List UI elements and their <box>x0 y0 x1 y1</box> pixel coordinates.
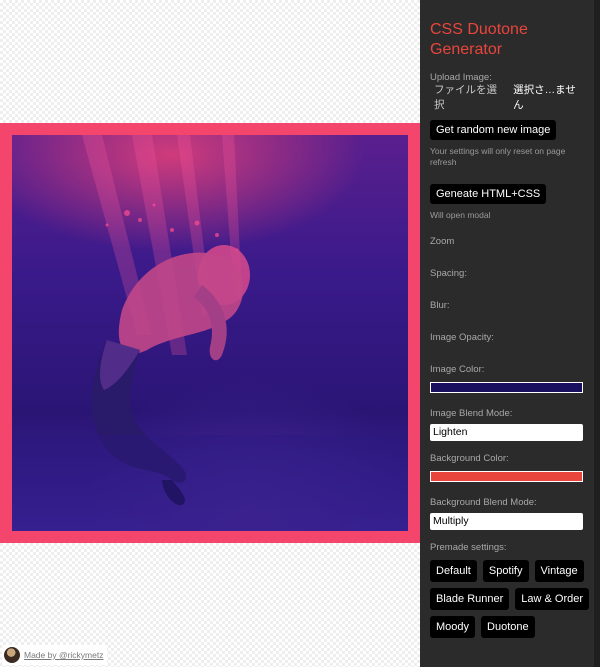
image-blend-mode-select[interactable]: Lighten <box>430 424 583 441</box>
modal-note: Will open modal <box>430 210 491 220</box>
image-color-picker[interactable] <box>430 382 583 393</box>
generate-html-css-button[interactable]: Geneate HTML+CSS <box>430 184 547 204</box>
preset-buttons: Default Spotify Vintage Blade Runner Law… <box>430 560 590 638</box>
avatar <box>4 647 20 663</box>
preset-spotify-button[interactable]: Spotify <box>482 560 529 582</box>
image-opacity-label: Image Opacity: <box>430 332 494 343</box>
premade-settings-label: Premade settings: <box>430 542 507 553</box>
image-color-label: Image Color: <box>430 364 485 375</box>
underwater-figure-illustration <box>12 135 408 531</box>
image-blend-mode-label: Image Blend Mode: <box>430 408 513 419</box>
blur-label: Blur: <box>430 300 450 311</box>
choose-file-button[interactable]: ファイルを選択 <box>434 82 505 112</box>
preview-frame <box>0 123 420 543</box>
reset-note: Your settings will only reset on page re… <box>430 146 566 167</box>
app-title: CSS Duotone Generator <box>430 21 528 58</box>
preset-default-button[interactable]: Default <box>430 560 477 582</box>
zoom-label: Zoom <box>430 236 455 247</box>
author-link[interactable]: Made by @rickymetz <box>24 650 103 660</box>
settings-sidebar: CSS Duotone Generator Upload Image: ファイル… <box>420 0 600 667</box>
preset-duotone-button[interactable]: Duotone <box>481 616 535 638</box>
background-color-label: Background Color: <box>430 453 509 464</box>
preset-vintage-button[interactable]: Vintage <box>534 560 584 582</box>
background-blend-mode-select[interactable]: Multiply <box>430 513 583 530</box>
preset-moody-button[interactable]: Moody <box>430 616 476 638</box>
file-input[interactable]: ファイルを選択 選択さ…ません <box>430 84 584 111</box>
file-status-text: 選択さ…ません <box>513 84 576 111</box>
random-image-button[interactable]: Get random new image <box>430 120 557 140</box>
duotone-preview-image <box>12 135 408 531</box>
preset-blade-runner-button[interactable]: Blade Runner <box>430 588 510 610</box>
credit-badge: Made by @rickymetz <box>2 645 108 665</box>
background-blend-mode-label: Background Blend Mode: <box>430 497 537 508</box>
background-color-picker[interactable] <box>430 471 583 482</box>
spacing-label: Spacing: <box>430 268 467 279</box>
preset-law-and-order-button[interactable]: Law & Order <box>515 588 590 610</box>
sidebar-scrollbar[interactable] <box>594 0 600 667</box>
